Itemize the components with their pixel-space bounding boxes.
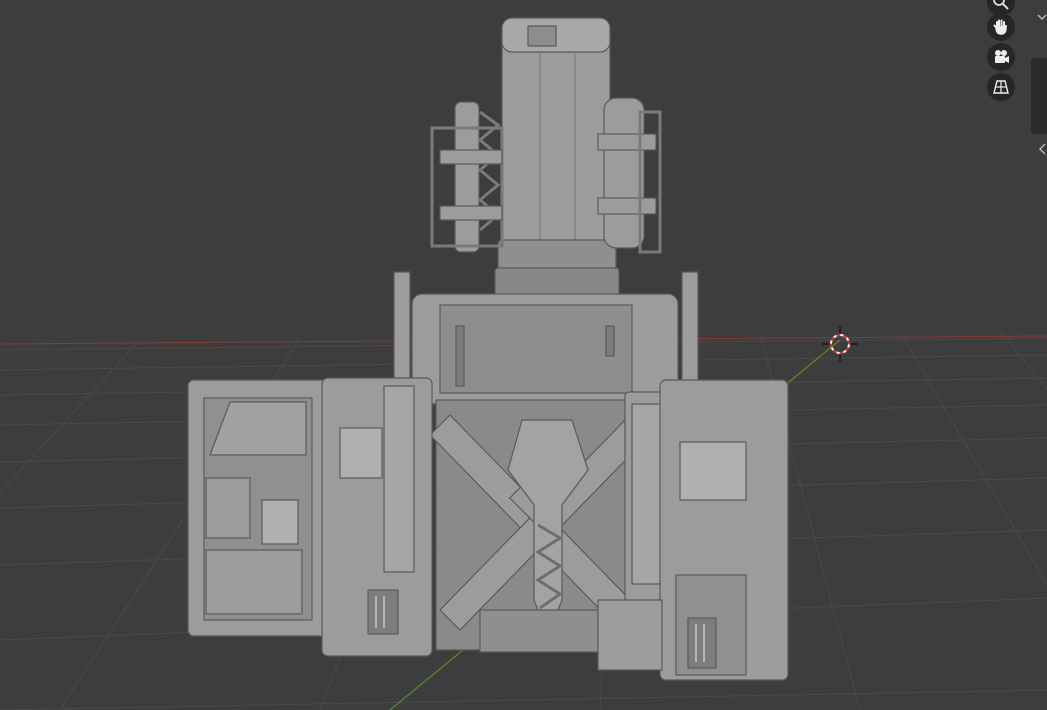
camera-icon <box>995 50 1009 63</box>
perspective-toggle-button[interactable] <box>987 73 1015 101</box>
zoom-icon <box>993 0 1009 10</box>
3d-cursor-icon[interactable] <box>822 326 858 362</box>
perspective-grid-icon <box>993 80 1009 94</box>
hand-pan-icon <box>993 19 1007 35</box>
camera-view-button[interactable] <box>987 43 1015 71</box>
chevron-left-icon[interactable] <box>1037 142 1047 156</box>
machine-model[interactable] <box>187 17 789 681</box>
chevron-down-icon[interactable] <box>1037 12 1047 22</box>
3d-viewport[interactable] <box>0 0 1047 710</box>
sidebar-tab[interactable] <box>1031 58 1047 134</box>
pan-button[interactable] <box>987 13 1015 41</box>
